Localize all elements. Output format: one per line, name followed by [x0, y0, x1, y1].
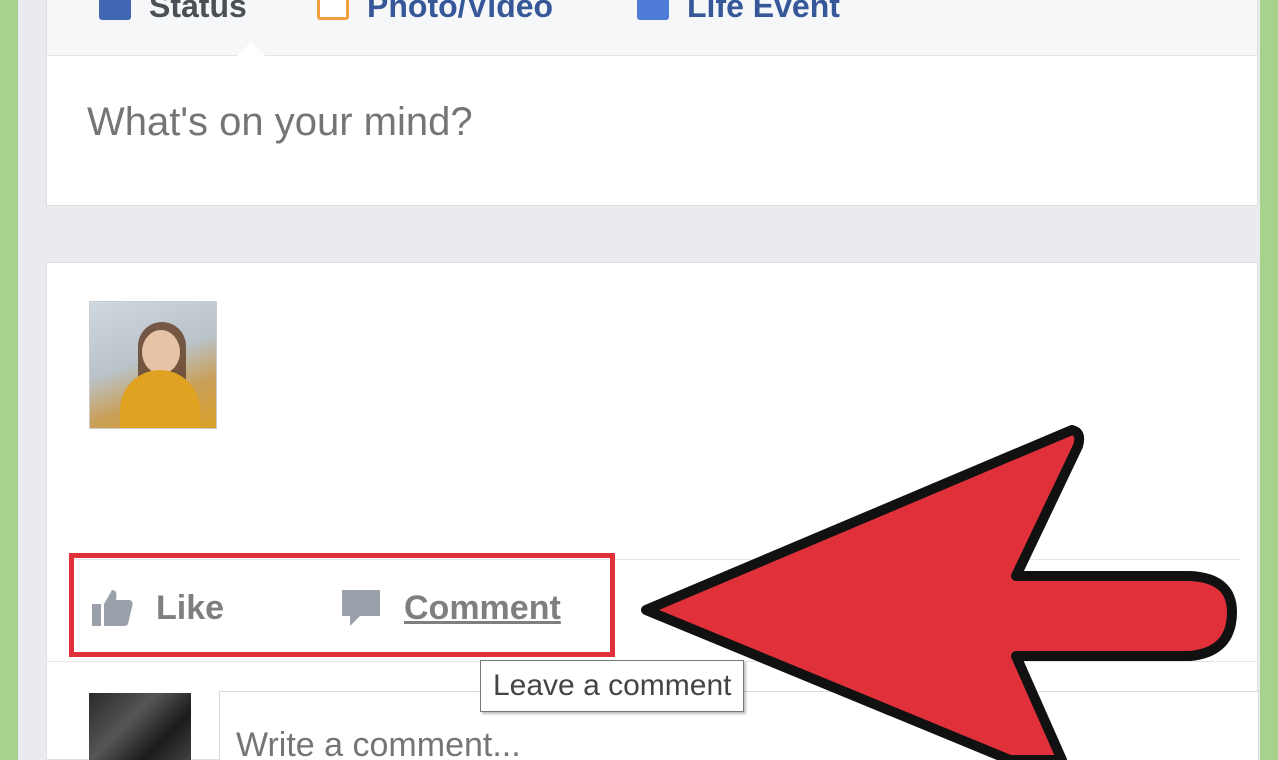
annotation-arrow-icon — [641, 425, 1237, 760]
